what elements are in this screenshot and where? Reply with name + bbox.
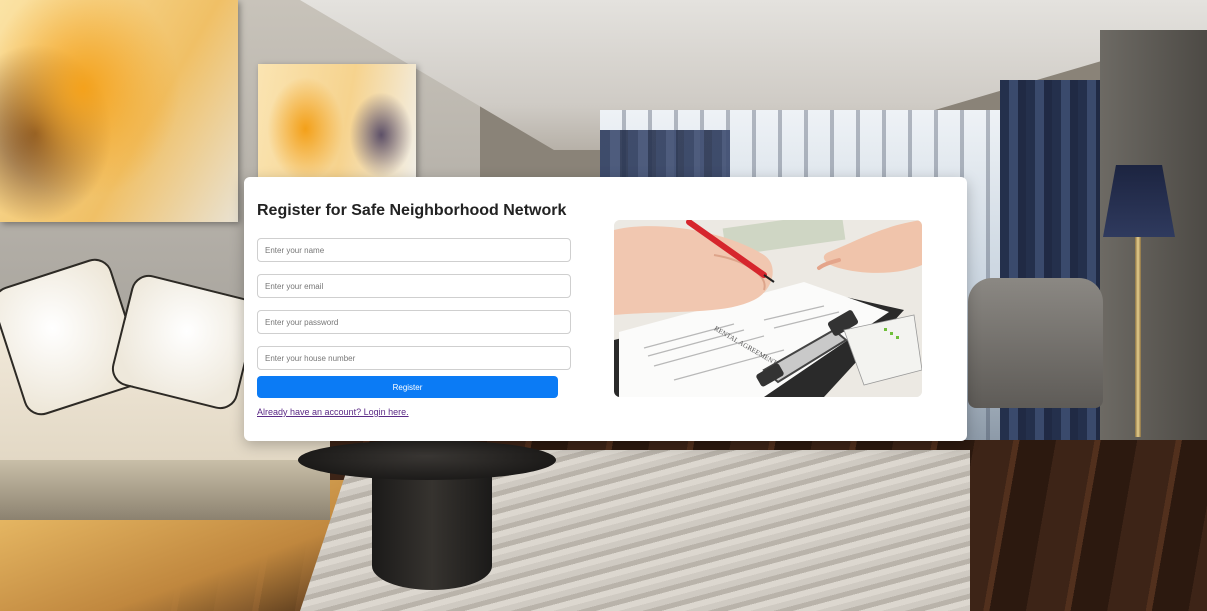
contract-signing-illustration: RENTAL AGREEMENT <box>614 220 922 397</box>
register-button[interactable]: Register <box>257 376 558 398</box>
password-input[interactable] <box>257 310 571 334</box>
login-link[interactable]: Already have an account? Login here. <box>257 407 409 417</box>
name-input[interactable] <box>257 238 571 262</box>
wall-painting <box>258 64 416 182</box>
page-title: Register for Safe Neighborhood Network <box>257 202 567 219</box>
email-input[interactable] <box>257 274 571 298</box>
registration-card: Register for Safe Neighborhood Network R… <box>244 177 967 441</box>
house-number-input[interactable] <box>257 346 571 370</box>
coffee-table <box>372 470 492 590</box>
armchair <box>968 278 1103 408</box>
contract-signing-image: RENTAL AGREEMENT <box>614 220 922 397</box>
wall-painting <box>0 0 238 222</box>
page: Register for Safe Neighborhood Network R… <box>0 0 1207 611</box>
